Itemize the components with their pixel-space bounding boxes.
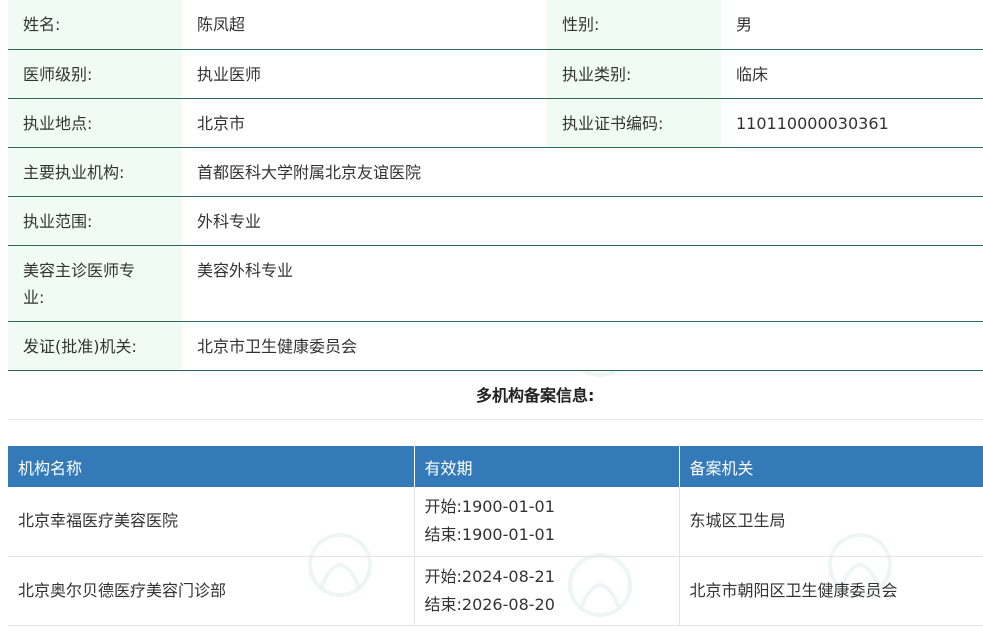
table-row: 北京幸福医疗美容医院 开始:1900-01-01 结束:1900-01-01 东… — [8, 487, 983, 557]
scope-label: 执业范围: — [8, 196, 182, 246]
header-authority: 备案机关 — [679, 446, 983, 487]
period-start: 开始:1900-01-01 — [424, 497, 555, 517]
row-institution: 北京幸福医疗美容医院 — [8, 487, 415, 557]
filing-section-header: 多机构备案信息: — [8, 369, 983, 420]
scope-value: 外科专业 — [182, 196, 983, 246]
category-value: 临床 — [721, 49, 983, 99]
filing-section-title: 多机构备案信息: — [476, 386, 595, 405]
location-value: 北京市 — [182, 98, 547, 148]
info-row-institution: 主要执业机构: 首都医科大学附属北京友谊医院 — [8, 147, 983, 197]
period-end: 结束:2026-08-20 — [424, 594, 555, 614]
header-institution: 机构名称 — [8, 446, 415, 487]
level-label: 医师级别: — [8, 49, 182, 99]
table-row: 北京奥尔贝德医疗美容门诊部 开始:2024-08-21 结束:2026-08-2… — [8, 556, 983, 626]
cosmetic-value: 美容外科专业 — [182, 245, 983, 322]
period-end: 结束:1900-01-01 — [424, 525, 555, 545]
category-label: 执业类别: — [547, 49, 721, 99]
period-start: 开始:2024-08-21 — [424, 566, 555, 586]
header-period: 有效期 — [414, 446, 680, 487]
cosmetic-label-line2: 业: — [23, 287, 45, 307]
authority-value: 北京市卫生健康委员会 — [182, 321, 983, 371]
row-period: 开始:1900-01-01 结束:1900-01-01 — [414, 487, 680, 557]
info-row-location: 执业地点: 北京市 执业证书编码: 110110000030361 — [8, 98, 983, 148]
cosmetic-label: 美容主诊医师专 业: — [8, 245, 182, 322]
row-authority: 东城区卫生局 — [679, 487, 983, 557]
gender-label: 性别: — [547, 0, 721, 50]
institution-label: 主要执业机构: — [8, 147, 182, 197]
row-period: 开始:2024-08-21 结束:2026-08-20 — [414, 556, 680, 626]
authority-label: 发证(批准)机关: — [8, 321, 182, 371]
cert-value: 110110000030361 — [721, 98, 983, 148]
info-row-authority: 发证(批准)机关: 北京市卫生健康委员会 — [8, 321, 983, 371]
location-label: 执业地点: — [8, 98, 182, 148]
doctor-info-table: 姓名: 陈凤超 性别: 男 医师级别: 执业医师 执业类别: 临床 执业地点: … — [8, 0, 983, 371]
filing-table: 机构名称 有效期 备案机关 北京幸福医疗美容医院 开始:1900-01-01 结… — [8, 446, 983, 626]
institution-value: 首都医科大学附属北京友谊医院 — [182, 147, 983, 197]
gender-value: 男 — [721, 0, 983, 50]
info-row-level: 医师级别: 执业医师 执业类别: 临床 — [8, 49, 983, 99]
cert-label: 执业证书编码: — [547, 98, 721, 148]
info-row-name: 姓名: 陈凤超 性别: 男 — [8, 0, 983, 50]
doctor-info-page: 姓名: 陈凤超 性别: 男 医师级别: 执业医师 执业类别: 临床 执业地点: … — [0, 0, 983, 644]
filing-table-header: 机构名称 有效期 备案机关 — [8, 446, 983, 487]
info-row-scope: 执业范围: 外科专业 — [8, 196, 983, 246]
name-label: 姓名: — [8, 0, 182, 50]
row-institution: 北京奥尔贝德医疗美容门诊部 — [8, 556, 415, 626]
info-row-cosmetic: 美容主诊医师专 业: 美容外科专业 — [8, 245, 983, 322]
cosmetic-label-line1: 美容主诊医师专 — [23, 260, 136, 280]
level-value: 执业医师 — [182, 49, 547, 99]
name-value: 陈凤超 — [182, 0, 547, 50]
row-authority: 北京市朝阳区卫生健康委员会 — [679, 556, 983, 626]
